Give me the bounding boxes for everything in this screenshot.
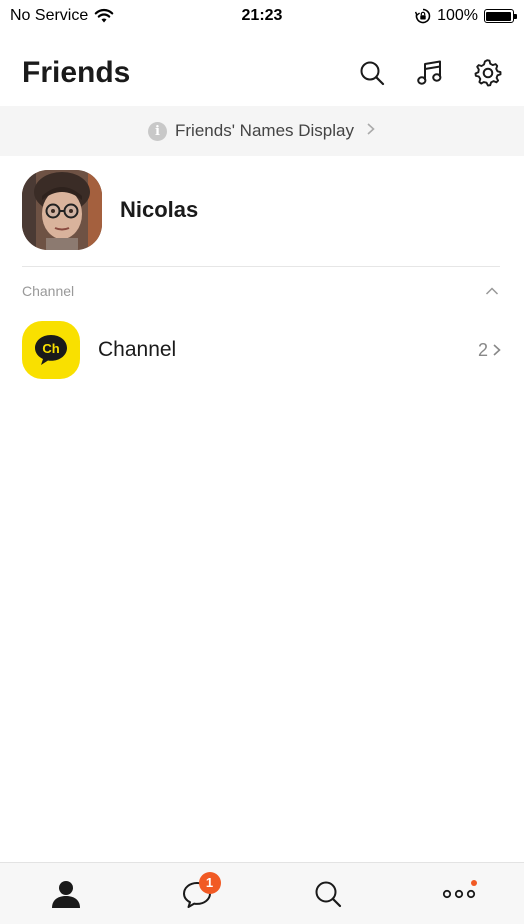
carrier-label: No Service [10,7,89,24]
wifi-icon [94,8,114,23]
music-button[interactable] [416,59,444,87]
names-display-banner[interactable]: i Friends' Names Display [0,106,524,156]
tab-search[interactable] [298,869,358,919]
section-title: Channel [22,283,75,299]
battery-level [486,11,512,21]
chat-badge: 1 [198,871,221,894]
channel-section-header: Channel [22,280,500,302]
more-icon [442,889,475,898]
avatar [22,170,102,250]
header-actions [358,59,502,87]
channel-row[interactable]: Ch Channel 2 [0,318,524,382]
header: Friends [0,40,524,106]
friends-screen: No Service 21:23 100% Friends i Friends'… [0,0,524,924]
person-icon [51,880,80,908]
channel-count-value: 2 [477,339,488,360]
search-icon [360,61,385,86]
info-icon: i [148,121,168,141]
channel-logo: Ch [22,321,80,379]
tab-friends[interactable] [36,869,96,919]
channel-label: Channel [98,338,177,361]
settings-button[interactable] [474,59,502,87]
battery-icon [483,9,517,23]
search-icon [315,881,341,907]
music-icon [417,60,442,85]
chevron-up-icon[interactable] [484,283,500,299]
divider [22,266,500,267]
chevron-right-icon [366,122,376,141]
channel-logo-text: Ch [42,341,59,356]
profile-name: Nicolas [120,197,199,222]
avatar-photo [22,170,102,250]
names-display-label: Friends' Names Display [175,121,354,140]
tab-more[interactable] [429,869,489,919]
tab-bar: 1 [0,862,524,924]
chevron-right-icon [493,344,501,356]
rotation-lock-icon [415,8,431,24]
new-dot-badge [470,879,477,886]
my-profile-row[interactable]: Nicolas [0,156,524,264]
status-left: No Service [10,7,180,25]
channel-count: 2 [478,340,502,361]
status-time: 21:23 [241,7,283,24]
status-right: 100% [344,7,517,25]
channel-bubble-icon: Ch [35,335,67,365]
page-title: Friends [22,56,131,89]
search-button[interactable] [358,59,386,87]
status-bar: No Service 21:23 100% [0,0,524,32]
battery-percent: 100% [437,7,478,24]
tab-chats[interactable]: 1 [167,869,227,919]
settings-icon [474,59,502,87]
